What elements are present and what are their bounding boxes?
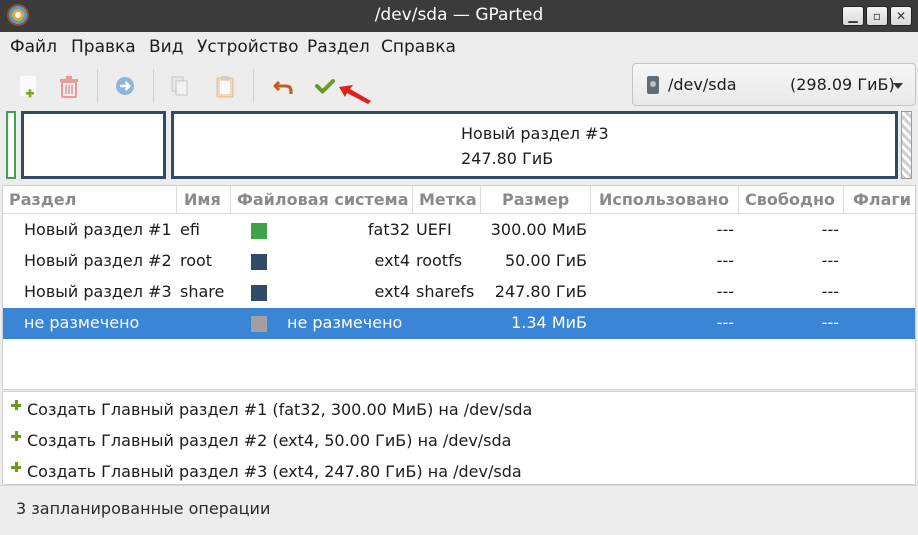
undo-icon[interactable] bbox=[267, 69, 301, 103]
toolbar-separator bbox=[253, 69, 254, 103]
device-name: /dev/sda bbox=[668, 75, 737, 94]
cell-filesystem: ext4 bbox=[374, 251, 410, 270]
cell-used: --- bbox=[716, 282, 734, 301]
cell-filesystem: fat32 bbox=[367, 220, 410, 239]
table-row[interactable]: Новый раздел #1 efi fat32 UEFI 300.00 МиБ ---… bbox=[3, 215, 915, 246]
resize-move-icon[interactable] bbox=[108, 69, 142, 103]
cell-filesystem: не размечено bbox=[287, 313, 403, 332]
toolbar: /dev/sda (298.09 ГиБ) bbox=[0, 61, 918, 111]
close-button[interactable]: ✕ bbox=[890, 6, 912, 26]
copy-icon[interactable] bbox=[163, 69, 197, 103]
filesystem-color-swatch bbox=[251, 254, 267, 270]
column-header-free[interactable]: Свободно bbox=[739, 186, 844, 214]
menu-view[interactable]: Вид bbox=[149, 37, 183, 57]
partition-block-size: 247.80 ГиБ bbox=[461, 149, 554, 168]
column-header-partition[interactable]: Раздел bbox=[3, 186, 177, 214]
cell-partition: Новый раздел #3 bbox=[24, 282, 172, 301]
operation-text: Создать Главный раздел #2 (ext4, 50.00 Г… bbox=[27, 431, 512, 450]
cell-size: 50.00 ГиБ bbox=[504, 251, 587, 270]
menu-device[interactable]: Устройство bbox=[197, 37, 299, 57]
cell-label: UEFI bbox=[416, 220, 452, 239]
column-header-flags[interactable]: Флаги bbox=[844, 186, 915, 214]
partition-block-share[interactable]: Новый раздел #3 247.80 ГиБ bbox=[171, 111, 898, 179]
table-row[interactable]: не размечено не размечено 1.34 МиБ --- --- bbox=[3, 308, 915, 339]
table-row[interactable]: Новый раздел #2 root ext4 rootfs 50.00 ГиБ --… bbox=[3, 246, 915, 277]
cell-size: 247.80 ГиБ bbox=[494, 282, 587, 301]
cell-partition: не размечено bbox=[24, 313, 140, 332]
pending-operations-list: Создать Главный раздел #1 (fat32, 300.00… bbox=[2, 391, 916, 485]
column-header-filesystem[interactable]: Файловая система bbox=[231, 186, 413, 214]
partition-table: Раздел Имя Файловая система Метка Размер… bbox=[2, 185, 916, 390]
column-header-label[interactable]: Метка bbox=[413, 186, 481, 214]
cell-size: 300.00 МиБ bbox=[490, 220, 587, 239]
title-bar: /dev/sda — GParted ▁ ▫ ✕ bbox=[0, 0, 918, 32]
partition-block-efi[interactable] bbox=[6, 111, 16, 179]
cell-name: root bbox=[180, 251, 213, 270]
hard-disk-icon bbox=[647, 76, 659, 94]
menu-file[interactable]: Файл bbox=[10, 37, 57, 57]
operation-text: Создать Главный раздел #3 (ext4, 247.80 … bbox=[27, 462, 522, 481]
cell-used: --- bbox=[716, 251, 734, 270]
minimize-button[interactable]: ▁ bbox=[842, 6, 864, 26]
toolbar-separator bbox=[97, 69, 98, 103]
table-row[interactable]: Новый раздел #3 share ext4 sharefs 247.80 Ги… bbox=[3, 277, 915, 308]
menu-edit[interactable]: Правка bbox=[71, 37, 136, 57]
cell-label: sharefs bbox=[416, 282, 475, 301]
cell-used: --- bbox=[716, 220, 734, 239]
cell-free: --- bbox=[821, 282, 839, 301]
cell-filesystem: ext4 bbox=[374, 282, 410, 301]
add-operation-icon bbox=[11, 462, 21, 472]
filesystem-color-swatch bbox=[251, 223, 267, 239]
new-partition-icon[interactable] bbox=[13, 69, 47, 103]
cell-free: --- bbox=[821, 220, 839, 239]
delete-icon[interactable] bbox=[52, 69, 86, 103]
window-title: /dev/sda — GParted bbox=[374, 5, 544, 25]
menu-bar: Файл Правка Вид Устройство Раздел Справк… bbox=[0, 32, 918, 61]
cell-used: --- bbox=[716, 313, 734, 332]
column-header-used[interactable]: Использовано bbox=[591, 186, 739, 214]
cell-partition: Новый раздел #1 bbox=[24, 220, 172, 239]
filesystem-color-swatch bbox=[251, 285, 267, 301]
cell-free: --- bbox=[821, 313, 839, 332]
annotation-arrow-icon bbox=[339, 85, 371, 104]
device-selector[interactable]: /dev/sda (298.09 ГиБ) bbox=[632, 63, 916, 106]
device-size: (298.09 ГиБ) bbox=[790, 75, 895, 94]
cell-name: share bbox=[180, 282, 225, 301]
partition-block-unallocated[interactable] bbox=[901, 111, 912, 179]
cell-free: --- bbox=[821, 251, 839, 270]
chevron-down-icon bbox=[893, 83, 903, 89]
paste-icon[interactable] bbox=[208, 69, 242, 103]
operation-text: Создать Главный раздел #1 (fat32, 300.00… bbox=[27, 400, 533, 419]
menu-help[interactable]: Справка bbox=[381, 37, 456, 57]
maximize-button[interactable]: ▫ bbox=[866, 6, 888, 26]
column-header-size[interactable]: Размер bbox=[481, 186, 591, 214]
column-header-name[interactable]: Имя bbox=[177, 186, 231, 214]
menu-partition[interactable]: Раздел bbox=[307, 37, 370, 57]
cell-partition: Новый раздел #2 bbox=[24, 251, 172, 270]
partition-block-root[interactable] bbox=[21, 111, 166, 179]
disk-map: Новый раздел #3 247.80 ГиБ bbox=[0, 111, 918, 183]
toolbar-separator bbox=[153, 69, 154, 103]
partition-block-label: Новый раздел #3 bbox=[461, 124, 609, 143]
add-operation-icon bbox=[11, 400, 21, 410]
add-operation-icon bbox=[11, 431, 21, 441]
cell-label: rootfs bbox=[416, 251, 463, 270]
filesystem-color-swatch bbox=[251, 316, 267, 332]
status-bar: 3 запланированные операции bbox=[0, 485, 918, 535]
status-text: 3 запланированные операции bbox=[16, 499, 271, 518]
cell-size: 1.34 МиБ bbox=[511, 313, 587, 332]
cell-name: efi bbox=[180, 220, 200, 239]
